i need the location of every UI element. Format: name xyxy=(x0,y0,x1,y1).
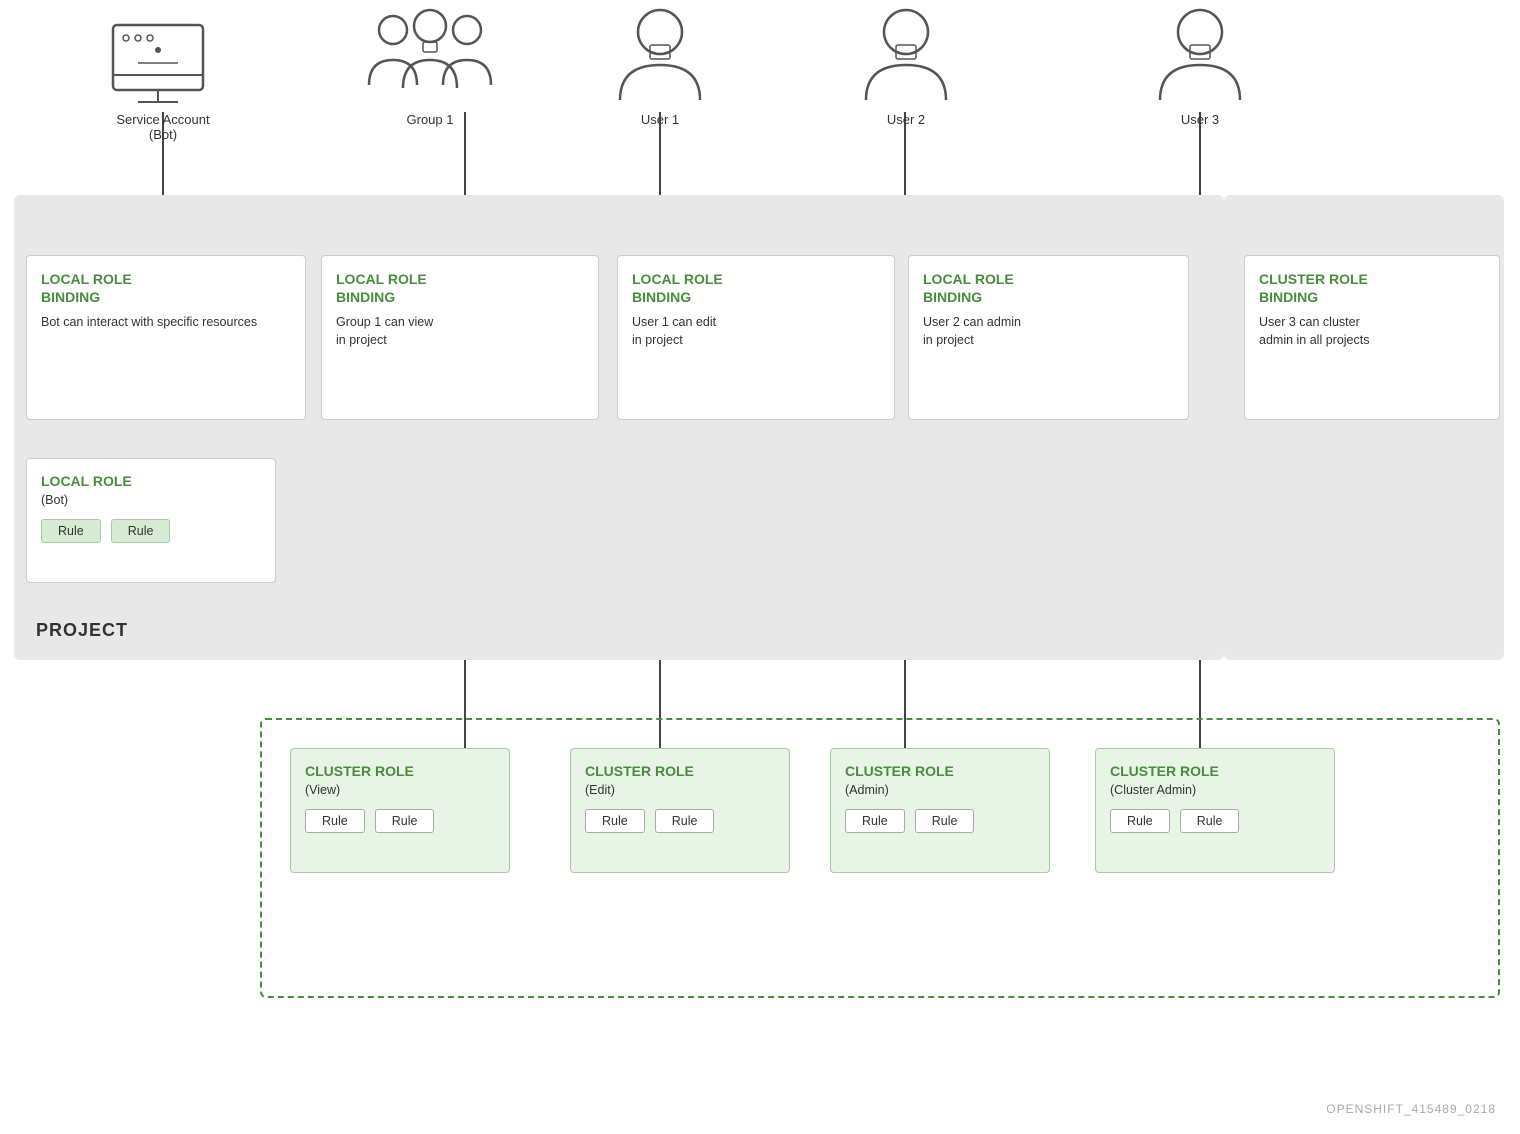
actor-user1-label: User 1 xyxy=(641,112,679,127)
cluster-view-card: CLUSTER ROLE (View) Rule Rule xyxy=(290,748,510,873)
user3-binding-desc: User 3 can clusteradmin in all projects xyxy=(1259,314,1485,349)
user3-binding-title: CLUSTER ROLEBINDING xyxy=(1259,270,1485,306)
cluster-edit-card: CLUSTER ROLE (Edit) Rule Rule xyxy=(570,748,790,873)
group-binding-title: LOCAL ROLEBINDING xyxy=(336,270,584,306)
cluster-admin-rule-2: Rule xyxy=(915,809,975,833)
user3-binding-card: CLUSTER ROLEBINDING User 3 can clusterad… xyxy=(1244,255,1500,420)
user2-binding-desc: User 2 can adminin project xyxy=(923,314,1174,349)
cluster-cluster-admin-card: CLUSTER ROLE (Cluster Admin) Rule Rule xyxy=(1095,748,1335,873)
user1-binding-card: LOCAL ROLEBINDING User 1 can editin proj… xyxy=(617,255,895,420)
local-role-rule-2: Rule xyxy=(111,519,171,543)
group-binding-desc: Group 1 can viewin project xyxy=(336,314,584,349)
cluster-cluster-admin-title: CLUSTER ROLE xyxy=(1110,763,1320,779)
local-role-title: LOCAL ROLE xyxy=(41,473,261,489)
cluster-admin-rules: Rule Rule xyxy=(845,809,1035,833)
cluster-admin-subtitle: (Admin) xyxy=(845,783,1035,797)
local-role-subtitle: (Bot) xyxy=(41,493,261,507)
cluster-cluster-admin-subtitle: (Cluster Admin) xyxy=(1110,783,1320,797)
cluster-cluster-admin-rules: Rule Rule xyxy=(1110,809,1320,833)
cluster-edit-subtitle: (Edit) xyxy=(585,783,775,797)
actor-group1: Group 1 xyxy=(365,112,495,127)
watermark: OPENSHIFT_415489_0218 xyxy=(1326,1102,1496,1116)
local-role-rule-1: Rule xyxy=(41,519,101,543)
cluster-admin-rule-1: Rule xyxy=(845,809,905,833)
cluster-view-title: CLUSTER ROLE xyxy=(305,763,495,779)
actor-user3: User 3 xyxy=(1152,112,1248,127)
actor-bot: Service Account (Bot) xyxy=(108,112,218,142)
cluster-admin-card: CLUSTER ROLE (Admin) Rule Rule xyxy=(830,748,1050,873)
local-role-card: LOCAL ROLE (Bot) Rule Rule xyxy=(26,458,276,583)
project-label: PROJECT xyxy=(36,620,128,641)
cluster-view-rules: Rule Rule xyxy=(305,809,495,833)
bot-binding-card: LOCAL ROLEBINDING Bot can interact with … xyxy=(26,255,306,420)
bot-binding-desc: Bot can interact with specific resources xyxy=(41,314,291,332)
bot-binding-title: LOCAL ROLEBINDING xyxy=(41,270,291,306)
cluster-view-rule-1: Rule xyxy=(305,809,365,833)
diagram-container: Service Account (Bot) Group 1 User 1 Use… xyxy=(0,0,1520,1134)
cluster-edit-rules: Rule Rule xyxy=(585,809,775,833)
user1-binding-title: LOCAL ROLEBINDING xyxy=(632,270,880,306)
cluster-edit-rule-2: Rule xyxy=(655,809,715,833)
local-role-rules: Rule Rule xyxy=(41,519,261,543)
actor-bot-label: Service Account (Bot) xyxy=(108,112,218,142)
cluster-admin-title: CLUSTER ROLE xyxy=(845,763,1035,779)
cluster-edit-rule-1: Rule xyxy=(585,809,645,833)
cluster-view-subtitle: (View) xyxy=(305,783,495,797)
actor-user2: User 2 xyxy=(858,112,954,127)
group-binding-card: LOCAL ROLEBINDING Group 1 can viewin pro… xyxy=(321,255,599,420)
cluster-edit-title: CLUSTER ROLE xyxy=(585,763,775,779)
actor-user1: User 1 xyxy=(612,112,708,127)
actor-group1-label: Group 1 xyxy=(407,112,454,127)
user2-binding-card: LOCAL ROLEBINDING User 2 can adminin pro… xyxy=(908,255,1189,420)
cluster-cluster-admin-rule-1: Rule xyxy=(1110,809,1170,833)
user2-binding-title: LOCAL ROLEBINDING xyxy=(923,270,1174,306)
cluster-cluster-admin-rule-2: Rule xyxy=(1180,809,1240,833)
user1-binding-desc: User 1 can editin project xyxy=(632,314,880,349)
actor-user3-label: User 3 xyxy=(1181,112,1219,127)
actor-user2-label: User 2 xyxy=(887,112,925,127)
cluster-view-rule-2: Rule xyxy=(375,809,435,833)
